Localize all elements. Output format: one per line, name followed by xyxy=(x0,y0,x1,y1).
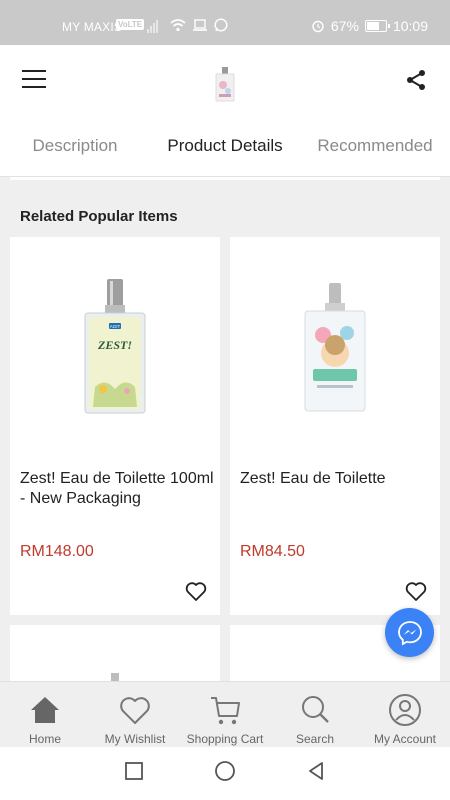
status-bar: MY MAXIS VoLTE 67% 10:09 xyxy=(0,0,450,45)
messenger-icon xyxy=(397,620,422,646)
tab-description[interactable]: Description xyxy=(0,115,150,176)
app-header xyxy=(0,45,450,115)
product-card[interactable]: AGIT ZEST! Zest! Eau de Toilette 100ml -… xyxy=(10,237,220,615)
carrier-name: MY MAXIS xyxy=(62,20,123,34)
product-image xyxy=(230,237,440,457)
home-system-button[interactable] xyxy=(214,760,236,787)
product-name: Zest! Eau de Toilette xyxy=(240,470,386,487)
nav-cart[interactable]: Shopping Cart xyxy=(180,682,270,747)
search-icon xyxy=(302,696,329,723)
product-tabs: Description Product Details Recommended xyxy=(0,115,450,177)
nav-wishlist[interactable]: My Wishlist xyxy=(90,682,180,747)
account-icon xyxy=(389,694,421,726)
clock: 10:09 xyxy=(392,18,428,34)
whatsapp-icon xyxy=(214,18,228,32)
back-button[interactable] xyxy=(306,761,326,786)
nav-search[interactable]: Search xyxy=(270,682,360,747)
product-card[interactable]: Zest! Eau de Toilette RM84.50 xyxy=(230,237,440,615)
wifi-icon xyxy=(170,19,186,32)
volte-badge: VoLTE xyxy=(116,19,145,30)
nav-wishlist-label: My Wishlist xyxy=(104,732,166,746)
divider xyxy=(10,177,440,180)
product-image: AGIT ZEST! xyxy=(10,237,220,457)
svg-text:AGIT: AGIT xyxy=(110,324,121,329)
heart-icon[interactable] xyxy=(404,579,428,603)
nav-home-label: Home xyxy=(28,732,61,746)
product-price: RM148.00 xyxy=(20,543,94,560)
product-card[interactable] xyxy=(10,625,220,681)
recent-apps-button[interactable] xyxy=(124,761,144,786)
home-icon xyxy=(31,697,59,723)
bottom-nav: Home My Wishlist Shopping Cart Search My… xyxy=(0,681,450,747)
nav-home[interactable]: Home xyxy=(0,682,90,747)
nav-cart-label: Shopping Cart xyxy=(186,732,264,746)
laptop-icon xyxy=(193,19,207,31)
svg-text:ZEST!: ZEST! xyxy=(97,338,132,352)
nav-account-label: My Account xyxy=(373,732,437,746)
section-title: Related Popular Items xyxy=(20,208,178,225)
related-items-section: Related Popular Items AGIT ZEST! Zest! E… xyxy=(0,177,450,681)
messenger-chat-button[interactable] xyxy=(385,608,434,657)
alarm-icon xyxy=(312,20,324,33)
product-name: Zest! Eau de Toilette 100ml - New Packag… xyxy=(20,470,214,507)
tab-recommended[interactable]: Recommended xyxy=(300,115,450,176)
product-price: RM84.50 xyxy=(240,543,305,560)
nav-search-label: Search xyxy=(295,732,335,746)
perfume-bottle-logo xyxy=(215,67,235,102)
battery-icon xyxy=(364,20,390,32)
share-icon[interactable] xyxy=(404,68,428,92)
hamburger-menu-icon[interactable] xyxy=(22,70,46,90)
system-nav-bar xyxy=(0,747,450,800)
heart-icon xyxy=(120,697,150,724)
cart-icon xyxy=(211,697,240,725)
heart-icon[interactable] xyxy=(184,579,208,603)
battery-percent: 67% xyxy=(330,18,359,34)
tab-product-details[interactable]: Product Details xyxy=(150,115,300,176)
signal-icon xyxy=(147,19,158,33)
nav-account[interactable]: My Account xyxy=(360,682,450,747)
